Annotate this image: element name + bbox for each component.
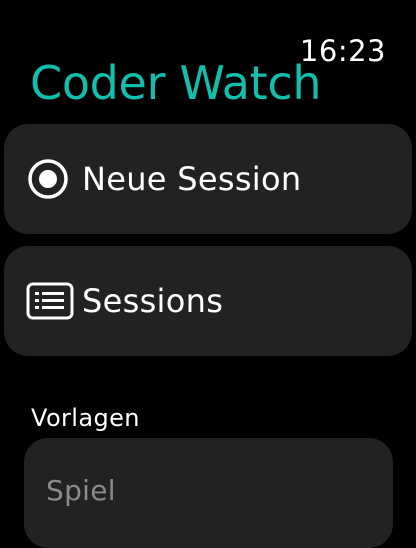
template-item-label: Spiel	[46, 474, 116, 507]
sessions-button[interactable]: Sessions	[4, 246, 412, 356]
template-item[interactable]: Spiel	[24, 438, 393, 548]
new-session-label: Neue Session	[82, 160, 302, 198]
templates-header: Vorlagen	[31, 404, 140, 432]
radio-target-icon	[26, 155, 74, 203]
new-session-button[interactable]: Neue Session	[4, 124, 412, 234]
list-icon	[26, 277, 74, 325]
sessions-label: Sessions	[82, 282, 224, 320]
app-title: Coder Watch	[30, 56, 322, 110]
